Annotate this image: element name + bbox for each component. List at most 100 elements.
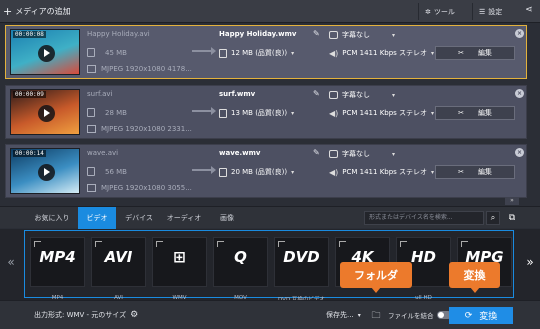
remove-file-icon[interactable]: × [515, 148, 524, 157]
scroll-right-icon[interactable]: » [524, 249, 536, 275]
file-row[interactable]: 00:00:09 surf.avi 28 MB MJPEG 1920x1080 … [5, 85, 527, 139]
film-icon [87, 65, 96, 73]
merge-label: ファイルを結合 [388, 312, 434, 320]
format-search-input[interactable]: 形式またはデバイス名を検索... [364, 211, 484, 225]
chevron-down-icon: ▾ [392, 150, 396, 158]
search-icon[interactable]: ⌕ [486, 211, 500, 225]
audio-dropdown[interactable]: ◀) PCM 1411 Kbps ステレオ ▾ [329, 108, 434, 118]
output-size-dropdown[interactable]: 12 MB (品質(良)) ▾ [219, 48, 294, 58]
tab-favorites[interactable]: お気に入り [26, 207, 78, 229]
subtitle-dropdown[interactable]: 字幕なし ▾ [329, 149, 395, 159]
scissors-icon: ✂ [458, 49, 464, 57]
top-toolbar: + メディアの追加 ✲ ツール ☰ 設定 ⋖ [0, 0, 540, 23]
convert-arrow-icon [192, 166, 216, 174]
file-icon [219, 48, 227, 58]
folder-icon[interactable]: 🗀 [369, 308, 383, 322]
chevron-down-icon: ▾ [291, 109, 295, 117]
speaker-icon: ◀) [329, 167, 339, 177]
format-tile[interactable]: MP4 MP4 [30, 237, 85, 301]
film-icon [87, 184, 96, 192]
format-logo: DVD [283, 248, 320, 266]
subtitle-dropdown[interactable]: 字幕なし ▾ [329, 90, 395, 100]
edit-button[interactable]: ✂ 編集 [435, 165, 515, 179]
merge-files-toggle[interactable]: ファイルを結合 [388, 310, 452, 320]
output-file-name: Happy Holiday.wmv [219, 30, 297, 38]
format-tile[interactable]: ⊞ WMV [152, 237, 207, 301]
file-row[interactable]: 00:00:14 wave.avi 56 MB MJPEG 1920x1080 … [5, 144, 527, 198]
pencil-icon[interactable]: ✎ [313, 148, 322, 157]
tab-images[interactable]: 画像 [206, 207, 248, 229]
format-tile[interactable]: DVD DVD 互換のビデオ [274, 237, 329, 303]
tab-audio[interactable]: オーディオ [162, 207, 206, 229]
play-icon[interactable] [38, 45, 55, 62]
source-file-name: Happy Holiday.avi [87, 30, 150, 38]
pencil-icon[interactable]: ✎ [313, 89, 322, 98]
device-detect-icon[interactable]: ⧉ [505, 211, 519, 225]
subtitle-value: 字幕なし [342, 150, 370, 158]
remove-file-icon[interactable]: × [515, 89, 524, 98]
add-media-label: メディアの追加 [15, 7, 71, 16]
source-codec: MJPEG 1920x1080 2331... [87, 125, 192, 133]
file-row[interactable]: 00:00:08 Happy Holiday.avi 45 MB MJPEG 1… [5, 25, 527, 79]
wand-icon: ✲ [425, 7, 431, 16]
edit-button[interactable]: ✂ 編集 [435, 106, 515, 120]
video-thumbnail[interactable]: 00:00:09 [10, 89, 80, 135]
convert-arrow-icon [192, 47, 216, 55]
chevron-down-icon: ▾ [431, 168, 435, 176]
play-icon[interactable] [38, 164, 55, 181]
remove-file-icon[interactable]: × [515, 29, 524, 38]
output-size-value: 12 MB (品質(良)) [231, 49, 288, 57]
corner-mark-icon [339, 241, 346, 247]
output-size-dropdown[interactable]: 13 MB (品質(良)) ▾ [219, 108, 294, 118]
duration-label: 00:00:14 [13, 150, 46, 157]
audio-dropdown[interactable]: ◀) PCM 1411 Kbps ステレオ ▾ [329, 167, 434, 177]
subtitle-dropdown[interactable]: 字幕なし ▾ [329, 30, 395, 40]
output-file-name: surf.wmv [219, 90, 256, 98]
folder-callout: フォルダ [340, 262, 412, 293]
collapse-panel-icon[interactable]: » [505, 197, 519, 205]
edit-button[interactable]: ✂ 編集 [435, 46, 515, 60]
source-codec-value: MJPEG 1920x1080 3055... [101, 184, 192, 192]
bottom-bar: 出力形式: WMV - 元のサイズ ⚙ 保存先... ▾ 🗀 ファイルを結合 ⟳ … [0, 300, 540, 329]
tools-button[interactable]: ✲ ツール [418, 3, 469, 20]
corner-mark-icon [217, 241, 224, 247]
add-media-button[interactable]: + メディアの追加 [3, 4, 71, 19]
tab-devices[interactable]: デバイス [116, 207, 162, 229]
refresh-icon: ⟳ [464, 310, 473, 321]
output-file-name: wave.wmv [219, 149, 261, 157]
chevron-down-icon: ▾ [392, 91, 396, 99]
corner-mark-icon [278, 241, 285, 247]
speaker-icon: ◀) [329, 48, 339, 58]
save-to-dropdown[interactable]: 保存先... ▾ [326, 310, 361, 320]
file-icon [87, 48, 95, 57]
audio-dropdown[interactable]: ◀) PCM 1411 Kbps ステレオ ▾ [329, 48, 434, 58]
output-size-value: 20 MB (品質(良)) [231, 168, 288, 176]
pencil-icon[interactable]: ✎ [313, 29, 322, 38]
subtitle-icon [329, 150, 338, 158]
output-size-dropdown[interactable]: 20 MB (品質(良)) ▾ [219, 167, 294, 177]
format-tile[interactable]: Q MOV [213, 237, 268, 301]
source-size-value: 28 MB [105, 108, 127, 117]
subtitle-icon [329, 31, 338, 39]
save-to-label: 保存先... [326, 311, 354, 319]
share-icon[interactable]: ⋖ [522, 5, 536, 18]
video-thumbnail[interactable]: 00:00:08 [10, 29, 80, 75]
file-icon [219, 167, 227, 177]
convert-button[interactable]: ⟳ 変換 [449, 307, 513, 324]
settings-button[interactable]: ☰ 設定 [472, 3, 518, 20]
corner-mark-icon [34, 241, 41, 247]
play-icon[interactable] [38, 105, 55, 122]
source-size-value: 45 MB [105, 48, 127, 57]
format-tile[interactable]: AVI AVI [91, 237, 146, 301]
corner-mark-icon [461, 241, 468, 247]
tab-video[interactable]: ビデオ [78, 207, 116, 229]
speaker-icon: ◀) [329, 108, 339, 118]
scissors-icon: ✂ [458, 168, 464, 176]
subtitle-value: 字幕なし [342, 31, 370, 39]
scroll-left-icon[interactable]: « [5, 249, 17, 275]
file-list: 00:00:08 Happy Holiday.avi 45 MB MJPEG 1… [2, 25, 538, 203]
video-thumbnail[interactable]: 00:00:14 [10, 148, 80, 194]
source-file-name: surf.avi [87, 90, 113, 98]
gear-icon[interactable]: ⚙ [130, 310, 138, 320]
source-codec-value: MJPEG 1920x1080 4178... [101, 65, 192, 73]
